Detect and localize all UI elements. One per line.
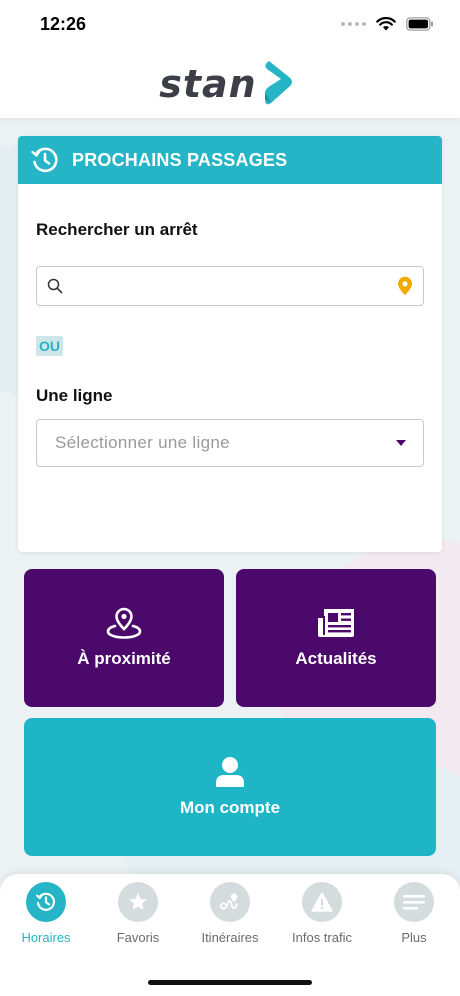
line-label: Une ligne [36,386,113,405]
location-pin-icon[interactable] [397,276,413,296]
stop-search-field[interactable] [36,266,424,306]
or-badge: OU [36,336,63,356]
map-pin-icon [106,607,142,639]
nav-label: Horaires [21,930,71,945]
battery-icon [406,17,434,31]
account-label: Mon compte [179,798,281,817]
nav-icon-bg [26,882,66,922]
account-button[interactable]: Mon compte [24,718,436,856]
line-select[interactable]: Sélectionner une ligne [36,419,424,467]
route-icon [220,893,238,910]
nearby-button[interactable]: À proximité [24,569,224,707]
search-icon [47,278,63,294]
nearby-label: À proximité [77,649,171,668]
warning-icon [311,892,333,912]
nav-item-horaires[interactable]: Horaires [0,882,92,960]
menu-icon [403,895,425,910]
stop-search-input[interactable] [71,277,389,295]
clock-history-icon [31,147,58,173]
nav-label: Itinéraires [201,930,259,945]
departures-title: PROCHAINS PASSAGES [72,149,288,170]
news-button[interactable]: Actualités [236,569,436,707]
news-label: Actualités [295,649,377,668]
nav-icon-bg [394,882,434,922]
newspaper-icon [318,609,354,637]
departures-card: PROCHAINS PASSAGES Rechercher un arrêt O… [18,136,442,552]
wifi-icon [376,17,396,31]
line-select-placeholder: Sélectionner une ligne [55,433,230,452]
search-stop-label: Rechercher un arrêt [36,220,198,239]
home-indicator[interactable] [148,980,312,985]
departures-card-header: PROCHAINS PASSAGES [18,136,442,184]
nav-label: Infos trafic [292,930,352,945]
stan-logo: stan [159,59,300,109]
status-bar: 12:26 [0,0,460,50]
nav-label: Plus [401,930,427,945]
bottom-nav: Horaires Favoris Itinéraires Infos trafi… [0,874,460,960]
app-header: stan [0,50,460,118]
chevron-down-icon [396,440,406,446]
logo-text: stan [159,62,257,106]
nav-item-plus[interactable]: Plus [368,882,460,960]
nav-item-itineraires[interactable]: Itinéraires [184,882,276,960]
status-icons [341,17,434,31]
status-time: 12:26 [40,14,87,34]
nav-icon-bg [118,882,158,922]
star-icon [129,893,147,910]
nav-icon-bg [302,882,342,922]
user-icon [216,757,244,787]
nav-item-infos-trafic[interactable]: Infos trafic [276,882,368,960]
home-area [0,960,460,996]
signal-icon [341,22,366,26]
nav-icon-bg [210,882,250,922]
nav-label: Favoris [116,930,160,945]
clock-icon [36,892,55,911]
logo-mark-icon [264,61,292,105]
nav-item-favoris[interactable]: Favoris [92,882,184,960]
